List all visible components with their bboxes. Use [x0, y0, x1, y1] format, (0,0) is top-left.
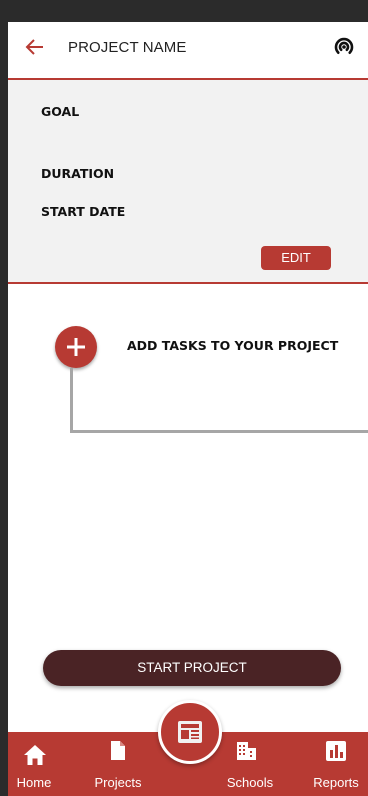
project-info-panel: GOAL DURATION START DATE EDIT	[8, 80, 368, 284]
add-task-button[interactable]	[55, 326, 97, 368]
page-title: PROJECT NAME	[68, 39, 187, 56]
nav-label-home: Home	[16, 775, 52, 790]
nav-label-reports: Reports	[313, 775, 359, 790]
task-connector-line	[70, 430, 368, 433]
nav-item-reports[interactable]: Reports	[304, 732, 368, 796]
broadcast-icon[interactable]	[332, 35, 356, 59]
building-icon	[237, 742, 256, 760]
goal-label: GOAL	[41, 104, 80, 119]
duration-label: DURATION	[41, 166, 115, 181]
bar-chart-icon	[326, 741, 346, 761]
document-icon	[111, 741, 125, 760]
nav-item-projects[interactable]: Projects	[86, 732, 150, 796]
nav-item-schools[interactable]: Schools	[220, 732, 280, 796]
app-screen: PROJECT NAME GOAL DURATION START DATE ED…	[8, 0, 368, 796]
nav-item-home[interactable]: Home	[8, 732, 60, 796]
task-connector-line	[70, 368, 73, 432]
status-bar	[8, 0, 368, 22]
start-date-label: START DATE	[41, 204, 126, 219]
nav-label-schools: Schools	[226, 775, 274, 790]
home-icon	[24, 745, 46, 765]
nav-label-projects: Projects	[94, 775, 142, 790]
add-tasks-label: ADD TASKS TO YOUR PROJECT	[127, 338, 339, 353]
center-action-button[interactable]	[158, 700, 222, 764]
newspaper-icon	[178, 721, 202, 743]
start-project-button[interactable]: START PROJECT	[43, 650, 341, 686]
app-header: PROJECT NAME	[8, 22, 368, 80]
edit-button[interactable]: EDIT	[261, 246, 331, 270]
arrow-left-icon[interactable]	[24, 36, 46, 58]
